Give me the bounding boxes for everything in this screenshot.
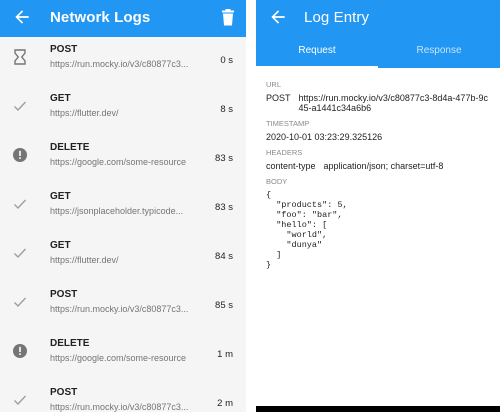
log-url: https://google.com/some-resource <box>50 353 187 363</box>
page-title: Log Entry <box>304 9 370 26</box>
log-url: https://google.com/some-resource <box>50 157 187 167</box>
log-method: POST <box>50 44 78 55</box>
log-url: https://flutter.dev/ <box>50 255 119 265</box>
log-time: 8 s <box>220 104 233 115</box>
log-time: 1 m <box>217 349 233 360</box>
log-time: 2 m <box>217 398 233 409</box>
log-time: 83 s <box>215 202 233 213</box>
log-row[interactable]: GET https://flutter.dev/84 s <box>0 233 246 282</box>
log-row[interactable]: GET https://flutter.dev/8 s <box>0 86 246 135</box>
log-method: GET <box>50 191 71 202</box>
log-time: 83 s <box>215 153 233 164</box>
tab-indicator <box>256 66 378 68</box>
log-method: DELETE <box>50 142 90 153</box>
hourglass-icon <box>14 49 26 65</box>
log-row[interactable]: POST https://run.mocky.io/v3/c80877c3... 0… <box>0 37 246 86</box>
back-arrow-icon[interactable] <box>268 7 288 27</box>
log-method: POST <box>50 289 78 300</box>
header-key: content-type <box>266 161 316 171</box>
timestamp-value: 2020-10-01 03:23:29.325126 <box>266 132 383 142</box>
log-method: GET <box>50 240 71 251</box>
error-icon <box>13 344 27 358</box>
check-icon <box>14 297 27 308</box>
log-time: 0 s <box>220 55 233 66</box>
log-method: GET <box>50 93 71 104</box>
log-method: DELETE <box>50 338 90 349</box>
log-url: https://run.mocky.io/v3/c80877c3... <box>50 304 189 314</box>
header-value: application/json; charset=utf-8 <box>323 161 444 171</box>
header-line: content-type application/json; charset=u… <box>266 161 492 171</box>
check-icon <box>14 101 27 112</box>
log-url: https://jsonplaceholder.typicode... <box>50 206 184 216</box>
app-bar: Log Entry Request Response <box>256 0 500 68</box>
back-arrow-icon[interactable] <box>12 7 32 27</box>
url-value: https://run.mocky.io/v3/c80877c3-8d4a-47… <box>298 93 488 113</box>
network-logs-screen: Network Logs POST https://run.mocky.io/v3… <box>0 0 246 412</box>
log-row[interactable]: DELETE https://google.com/some-resource 1 … <box>0 331 246 380</box>
check-icon <box>14 395 27 406</box>
log-time: 84 s <box>215 251 233 262</box>
tab-response[interactable]: Response <box>378 40 500 68</box>
method-value: POST <box>266 93 291 103</box>
log-time: 85 s <box>215 300 233 311</box>
log-row[interactable]: DELETE https://google.com/some-resource 83… <box>0 135 246 184</box>
headers-label: HEADERS <box>266 148 303 157</box>
log-method: POST <box>50 387 78 398</box>
log-entry-screen: Log Entry Request Response URL POST http… <box>256 0 500 412</box>
bottom-bar <box>256 406 500 412</box>
trash-icon[interactable] <box>221 9 235 26</box>
log-url: https://run.mocky.io/v3/c80877c3... <box>50 59 189 69</box>
timestamp-line: 2020-10-01 03:23:29.325126 <box>266 132 492 142</box>
check-icon <box>14 248 27 259</box>
log-row[interactable]: POST https://run.mocky.io/v3/c80877c3... 2… <box>0 380 246 412</box>
tab-request[interactable]: Request <box>256 40 378 68</box>
log-url: https://run.mocky.io/v3/c80877c3... <box>50 402 189 412</box>
tab-bar: Request Response <box>256 40 500 68</box>
request-detail: URL POST https://run.mocky.io/v3/c80877c… <box>266 80 492 270</box>
check-icon <box>14 199 27 210</box>
log-url: https://flutter.dev/ <box>50 108 119 118</box>
log-row[interactable]: GET https://jsonplaceholder.typicode... 83… <box>0 184 246 233</box>
body-label: BODY <box>266 177 288 186</box>
page-title: Network Logs <box>50 9 151 26</box>
log-row[interactable]: POST https://run.mocky.io/v3/c80877c3... 8… <box>0 282 246 331</box>
url-label: URL <box>266 80 282 89</box>
error-icon <box>13 148 27 162</box>
app-bar: Network Logs <box>0 0 246 37</box>
url-line: POST https://run.mocky.io/v3/c80877c3-8d… <box>266 93 492 113</box>
body-value: { "products": 5, "foo": "bar", "hello": … <box>266 190 348 270</box>
timestamp-label: TIMESTAMP <box>266 119 310 128</box>
